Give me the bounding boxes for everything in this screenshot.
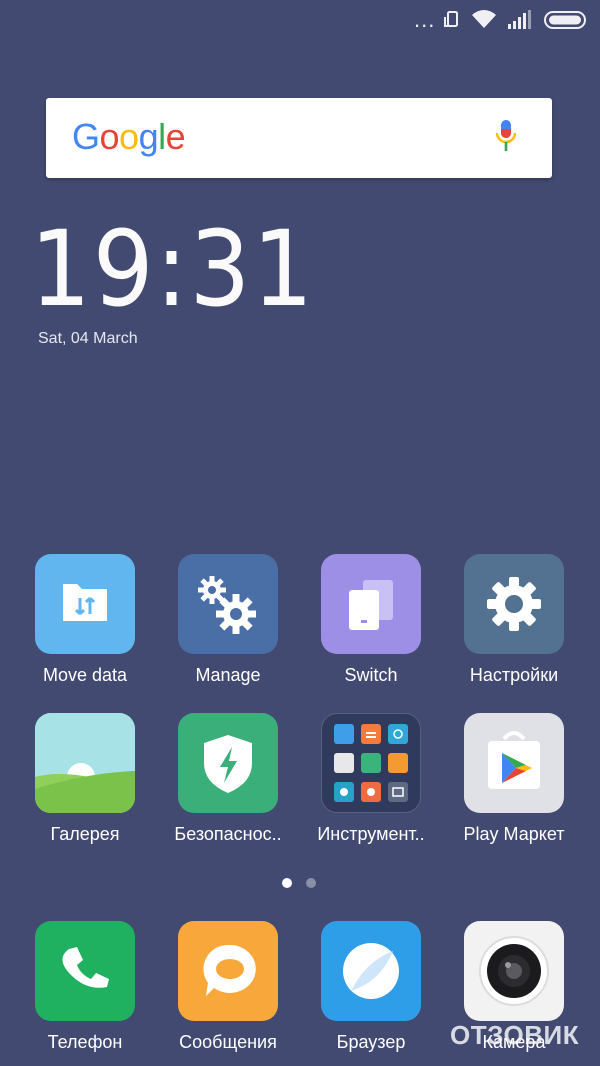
app-gallery[interactable]: Галерея <box>20 713 150 845</box>
google-logo: Google <box>72 116 186 157</box>
signal-icon <box>506 10 532 35</box>
more-dots-icon: ... <box>414 7 436 32</box>
page-dot[interactable] <box>306 878 316 888</box>
app-label: Телефон <box>47 1032 123 1052</box>
app-manage[interactable]: Manage <box>163 554 293 686</box>
move-data-icon <box>35 554 135 654</box>
app-settings[interactable]: Настройки <box>449 554 579 686</box>
page-dot-active[interactable] <box>282 878 292 888</box>
wifi-icon <box>470 8 498 35</box>
gallery-icon <box>35 713 135 813</box>
dock-messages[interactable]: Сообщения <box>163 921 293 1053</box>
app-move-data[interactable]: Move data <box>20 554 150 686</box>
clock-date: Sat, 04 March <box>38 330 138 347</box>
dock-phone[interactable]: Телефон <box>20 921 150 1053</box>
camera-icon <box>464 921 564 1021</box>
app-switch[interactable]: Switch <box>306 554 436 686</box>
gear-icon <box>464 554 564 654</box>
app-label: Галерея <box>50 824 120 844</box>
app-label: Браузер <box>336 1032 406 1052</box>
battery-icon <box>544 10 590 35</box>
app-label: Сообщения <box>179 1032 277 1052</box>
security-icon <box>178 713 278 813</box>
phone-icon <box>35 921 135 1021</box>
app-tools-folder[interactable]: Инструмент.. <box>306 713 436 845</box>
rotate-lock-icon <box>442 10 462 35</box>
app-label: Play Маркет <box>463 824 565 844</box>
app-label: Безопаснос.. <box>174 824 282 844</box>
folder-icon <box>321 713 421 813</box>
play-store-icon <box>464 713 564 813</box>
app-label: Инструмент.. <box>317 824 425 844</box>
app-label: Manage <box>195 665 261 685</box>
google-search-bar[interactable]: Google <box>46 98 552 178</box>
switch-icon <box>321 554 421 654</box>
browser-icon <box>321 921 421 1021</box>
mic-icon[interactable] <box>494 118 518 161</box>
message-icon <box>178 921 278 1021</box>
clock-time[interactable]: 19:31 <box>30 214 315 324</box>
app-security[interactable]: Безопаснос.. <box>163 713 293 845</box>
status-bar: ... <box>0 0 600 40</box>
gears-icon <box>178 554 278 654</box>
dock-browser[interactable]: Браузер <box>306 921 436 1053</box>
watermark-logo: ОТЗОВИК <box>450 1020 580 1050</box>
app-label: Switch <box>344 665 398 685</box>
app-play-store[interactable]: Play Маркет <box>449 713 579 845</box>
app-label: Move data <box>42 665 128 685</box>
app-label: Настройки <box>469 665 559 685</box>
